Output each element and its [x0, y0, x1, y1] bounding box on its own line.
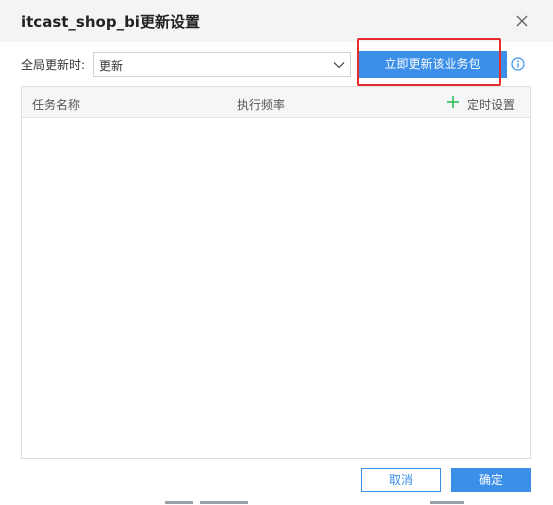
close-icon	[516, 15, 528, 27]
ok-button[interactable]: 确定	[451, 468, 531, 492]
close-button[interactable]	[512, 11, 532, 31]
plus-icon	[447, 96, 459, 108]
dialog-title: itcast_shop_bi更新设置	[21, 13, 200, 31]
table-header: 任务名称 执行频率 定时设置	[22, 87, 530, 118]
column-header-task-name: 任务名称	[32, 98, 81, 112]
background-fragment	[165, 501, 193, 504]
update-mode-value: 更新	[99, 59, 124, 73]
update-settings-dialog: itcast_shop_bi更新设置 全局更新时: 更新 立即更新该业务包 任务…	[0, 0, 553, 505]
global-update-label: 全局更新时:	[21, 58, 86, 72]
dialog-title-bar: itcast_shop_bi更新设置	[0, 0, 553, 42]
schedule-table: 任务名称 执行频率 定时设置	[21, 86, 531, 459]
background-content-fragment	[0, 499, 553, 505]
info-icon[interactable]	[511, 57, 525, 71]
column-header-frequency: 执行频率	[237, 98, 286, 112]
background-fragment	[200, 501, 248, 504]
update-mode-select[interactable]: 更新	[93, 52, 351, 77]
background-fragment	[430, 501, 464, 504]
add-schedule-label: 定时设置	[467, 98, 516, 112]
chevron-down-icon	[333, 62, 345, 69]
cancel-button[interactable]: 取消	[361, 468, 441, 492]
update-now-button[interactable]: 立即更新该业务包	[358, 51, 507, 78]
